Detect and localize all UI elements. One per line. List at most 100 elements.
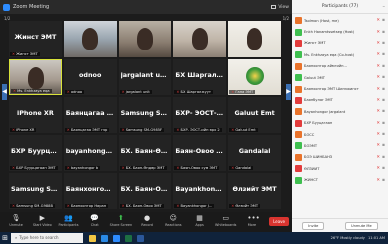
video-tile[interactable]: Gandalai Gandalai bbox=[228, 135, 281, 171]
tile-name-label: БХР Буурцагаан ЭМТ bbox=[10, 166, 58, 170]
video-tile[interactable]: Баянцагаа ЭМТ... Баянцагаа ЭМТ гэр bbox=[63, 97, 117, 133]
tile-display-name: bayanhongor b... bbox=[65, 147, 115, 156]
video-tile[interactable]: БХ. Баян-Овоо... БХ. Баян-Овоо ЭМТ bbox=[118, 173, 172, 209]
video-tile[interactable]: iPhone XR iPhone XR bbox=[9, 97, 62, 133]
whiteboards-button[interactable]: ▭ Whiteboards bbox=[213, 214, 239, 227]
share-icon: ⬆ bbox=[117, 214, 124, 222]
video-tile[interactable]: Galuut Emt Galuut Emt bbox=[228, 97, 281, 133]
camera-icon: ▪ bbox=[382, 63, 385, 69]
video-tile[interactable]: Ms. Enkhzaya eqa bbox=[9, 59, 62, 95]
video-tile[interactable] bbox=[173, 21, 227, 57]
video-tile[interactable]: Bayankhongor J... Bayankhongor J... bbox=[173, 173, 227, 209]
video-tile[interactable]: БХ Шаргалжуу... БХ Шаргалжуут bbox=[173, 59, 227, 95]
record-button[interactable]: ● Record bbox=[134, 214, 160, 227]
more-button[interactable]: ••• More bbox=[239, 214, 265, 227]
participant-row[interactable]: Баянбулаг ЭМТ ✕ ▪ bbox=[292, 95, 388, 106]
camera-icon: ▪ bbox=[382, 109, 385, 115]
excel-icon[interactable] bbox=[125, 234, 132, 242]
video-tile[interactable]: БХР Буурцагаан... БХР Буурцагаан ЭМТ bbox=[9, 135, 62, 171]
view-button[interactable]: View bbox=[271, 5, 289, 10]
participant-row[interactable]: Bayanhongor Jargalant ✕ ▪ bbox=[292, 106, 388, 117]
emblem-icon bbox=[245, 67, 264, 85]
video-tile[interactable]: Samsung SM-G... Samsung SM-G988B bbox=[9, 173, 62, 209]
camera-icon: ▪ bbox=[382, 143, 385, 149]
video-tile[interactable] bbox=[118, 21, 172, 57]
participant-row[interactable]: ЖИНСТ ✕ ▪ bbox=[292, 174, 388, 185]
muted-mic-icon: ✕ bbox=[376, 86, 381, 92]
participant-row[interactable]: Баянхонгор ЭМТ Шинэжинст ✕ ▪ bbox=[292, 83, 388, 94]
video-tile[interactable]: БХР- ЭОСТ-ийн... БХР- ЭОСТ-ийн өрх 2 bbox=[173, 97, 227, 133]
tile-name-label: Жинст ЭМТ bbox=[10, 52, 40, 56]
zoom-logo-icon bbox=[3, 3, 10, 11]
unmute-me-button[interactable]: Unmute Me bbox=[344, 221, 378, 230]
video-tile[interactable]: Баянхонгор На... Баянхонгор Наран bbox=[63, 173, 117, 209]
participant-name: Жинст ЭМТ bbox=[304, 41, 326, 46]
camera-icon: ▪ bbox=[382, 120, 385, 126]
participant-row[interactable]: ӨЛЗИЙТ ✕ ▪ bbox=[292, 163, 388, 174]
taskbar-apps bbox=[89, 234, 144, 242]
video-tile[interactable]: Баян-Овоо сум... Баян-Овоо сум ЭМТ bbox=[173, 135, 227, 171]
toolbar-label: Share Screen bbox=[109, 223, 133, 227]
participant-row[interactable]: Tsolmon (Host, me) ✕ ▪ bbox=[292, 15, 388, 26]
participant-row[interactable]: Enkh Hanamtssetseg (Host) ✕ ▪ bbox=[292, 26, 388, 37]
participant-row[interactable]: БОЭМТ ✕ ▪ bbox=[292, 140, 388, 151]
tile-display-name: БХ Шаргалжуу... bbox=[175, 71, 224, 80]
video-tile[interactable]: Өлзийт ЭМТ Өлзийт ЭМТ bbox=[228, 173, 281, 209]
toolbar-label: Chat bbox=[90, 223, 99, 227]
participant-row[interactable]: Баянхонгор аймгийн... ✕ ▪ bbox=[292, 61, 388, 72]
participant-row[interactable]: БОСС ✕ ▪ bbox=[292, 129, 388, 140]
tile-display-name: Баян-Овоо сум... bbox=[175, 147, 225, 156]
start-video-button[interactable]: ▶ Start Video bbox=[29, 214, 55, 227]
video-icon: ▶ bbox=[39, 214, 45, 222]
participant-video bbox=[246, 28, 263, 50]
reactions-button[interactable]: ☺ Reactions bbox=[160, 214, 186, 227]
camera-icon: ▪ bbox=[382, 97, 385, 103]
video-tile[interactable]: odnoo odnoo bbox=[63, 59, 117, 95]
previous-page-button[interactable]: ◀ bbox=[2, 84, 7, 100]
video-tile[interactable]: bayanhongor b... bayanhongor b bbox=[63, 135, 117, 171]
participants-button[interactable]: 👥 Participants bbox=[55, 214, 81, 227]
participant-name: Bayanhongor Jargalant bbox=[304, 109, 346, 114]
participant-row[interactable]: Жинст ЭМТ ✕ ▪ bbox=[292, 38, 388, 49]
participant-row[interactable]: БОЭ ШИНБАНЗ ✕ ▪ bbox=[292, 152, 388, 163]
muted-mic-icon: ✕ bbox=[376, 132, 381, 138]
participants-icon: 👥 bbox=[64, 214, 73, 222]
word-icon[interactable] bbox=[137, 234, 144, 242]
toolbar-label: Start Video bbox=[32, 223, 52, 227]
clock-text: 11:01 AM bbox=[367, 236, 385, 240]
unmute-button[interactable]: 🎙 Unmute bbox=[3, 214, 29, 227]
taskbar-search-input[interactable]: ⌕ Type here to search bbox=[11, 233, 83, 243]
participant-name: БОСС bbox=[304, 132, 315, 137]
participant-row[interactable]: БХР Бууцагаан ✕ ▪ bbox=[292, 118, 388, 129]
browser-icon[interactable] bbox=[101, 234, 108, 242]
video-tile[interactable]: Жинст ЭМТ Жинст ЭМТ bbox=[9, 21, 62, 57]
participant-row[interactable]: Ms. Enkhzaya eqa (Co-host) ✕ ▪ bbox=[292, 49, 388, 60]
video-tile[interactable]: Гана ЭМТ bbox=[228, 59, 281, 95]
apps-button[interactable]: ▦ Apps bbox=[186, 214, 212, 227]
windows-start-icon[interactable]: ⊞ bbox=[0, 232, 10, 244]
file-explorer-icon[interactable] bbox=[89, 234, 96, 242]
video-tile[interactable]: jargalant unit jargalant unit bbox=[118, 59, 172, 95]
next-page-button[interactable]: ▶ bbox=[286, 84, 291, 100]
leave-button[interactable]: Leave bbox=[269, 217, 289, 226]
share-screen-button[interactable]: ⬆ Share Screen bbox=[108, 214, 134, 227]
tile-display-name: БХ. Баян-Өнда... bbox=[120, 147, 170, 156]
panel-close-icon[interactable]: – bbox=[383, 0, 386, 14]
avatar bbox=[295, 119, 302, 127]
toolbar-label: Participants bbox=[58, 223, 79, 227]
chat-button[interactable]: 💬 Chat bbox=[82, 214, 108, 227]
video-tile[interactable] bbox=[63, 21, 117, 57]
tile-display-name: Samsung SM-G... bbox=[11, 185, 60, 194]
grid-view-icon bbox=[271, 5, 277, 9]
zoom-app-icon[interactable] bbox=[113, 234, 120, 242]
video-tile[interactable]: БХ. Баян-Өнда... БХ. Баян-Өндөр ЭМТ bbox=[118, 135, 172, 171]
video-tile[interactable]: Samsung SM-G... Samsung SM-G985F bbox=[118, 97, 172, 133]
video-tile[interactable] bbox=[228, 21, 281, 57]
muted-mic-icon: ✕ bbox=[376, 154, 381, 160]
tile-display-name: Жинст ЭМТ bbox=[14, 33, 57, 42]
toolbar-label: Unmute bbox=[9, 223, 23, 227]
tile-name-label: БХР- ЭОСТ-ийн өрх 2 bbox=[174, 128, 222, 132]
participant-row[interactable]: Galuut ЭМТ ✕ ▪ bbox=[292, 72, 388, 83]
tile-name-label: БХ. Баян-Овоо ЭМТ bbox=[119, 204, 164, 208]
invite-button[interactable]: Invite bbox=[302, 221, 325, 230]
